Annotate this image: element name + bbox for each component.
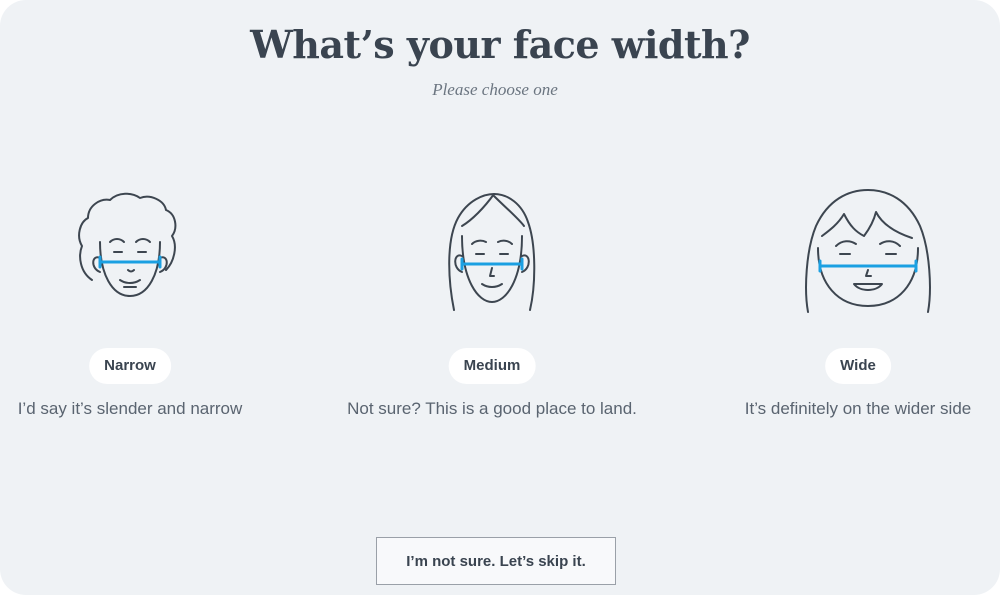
narrow-face-icon xyxy=(78,192,177,297)
option-description: It’s definitely on the wider side xyxy=(744,399,972,418)
page-title: What’s your face width? xyxy=(250,22,750,67)
wide-face-icon xyxy=(805,189,931,313)
option-label: Medium xyxy=(448,348,536,384)
face-width-panel: What’s your face width? Please choose on… xyxy=(0,0,1000,595)
page-subtitle: Please choose one xyxy=(432,80,558,99)
option-wide[interactable]: Wide It’s definitely on the wider side xyxy=(708,180,1000,430)
medium-face-icon xyxy=(448,193,536,311)
option-medium[interactable]: Medium Not sure? This is a good place to… xyxy=(342,180,642,430)
option-description: Not sure? This is a good place to land. xyxy=(347,399,637,418)
option-label: Wide xyxy=(825,348,891,384)
skip-button[interactable]: I’m not sure. Let’s skip it. xyxy=(376,537,616,585)
option-narrow[interactable]: Narrow I’d say it’s slender and narrow xyxy=(0,180,280,430)
option-label: Narrow xyxy=(89,348,171,384)
option-description: I’d say it’s slender and narrow xyxy=(17,399,243,418)
